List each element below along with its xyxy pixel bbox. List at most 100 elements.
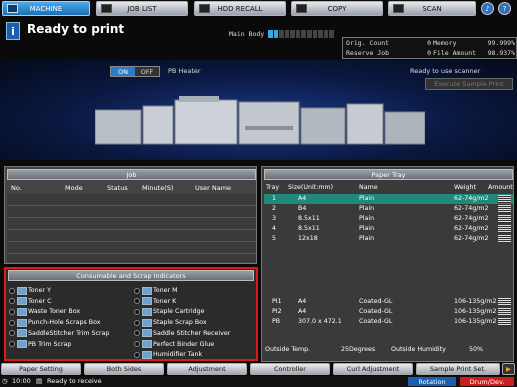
tray-row[interactable]: 1 A4 Plain 62-74g/m2 [264,194,513,204]
counts-panel: Orig. Count 0 Memory 99.999% Reserve Job… [342,37,517,59]
consumable-icon [142,340,152,348]
status-dot-icon [134,319,140,326]
consumable-item[interactable]: Saddle Stitcher Receiver [134,329,230,338]
paper-amount-icon [498,205,511,213]
consumable-item[interactable]: Perfect Binder Glue [134,340,214,349]
scanner-status: Ready to use scanner [410,67,481,75]
drum-dev-indicator: Drum/Dev. [460,377,514,386]
consumables-panel: Consumable and Scrap Indicators Toner Y T… [4,267,258,361]
gauge-segment [312,30,318,38]
both-sides-button[interactable]: Both Sides [84,363,164,375]
paper-setting-button[interactable]: Paper Setting [1,363,81,375]
info-icon: i [6,22,20,40]
toggle-off[interactable]: OFF [135,67,159,76]
tray-row[interactable]: 5 12x18 Plain 62-74g/m2 [264,234,513,244]
tray-cell-size: 307.0 x 472.1 [298,318,342,325]
tray-cell-name: Plain [359,215,375,222]
outside-humidity-value: 50% [469,346,483,353]
status-dot-icon [134,330,140,337]
status-dot-icon [9,330,15,337]
consumable-icon [142,318,152,327]
counts-row-1: Orig. Count 0 Memory 99.999% [343,39,517,49]
tray-cell-tray: 4 [272,225,277,232]
gauge-segment [323,30,329,38]
tab-machine[interactable]: MACHINE [2,1,90,16]
outside-humidity-label: Outside Humidity [391,346,446,353]
status-time: 10:00 [12,377,31,385]
gauge-segment [307,30,312,38]
consumable-item[interactable]: Punch-Hole Scraps Box [9,318,101,327]
tray-cell-size: A4 [298,298,307,305]
status-dot-icon [134,341,140,347]
top-tab-bar: MACHINE JOB LIST HDD RECALL COPY SCAN ♪ … [0,0,517,18]
consumable-item[interactable]: Toner C [9,297,51,306]
consumable-item[interactable]: Toner K [134,297,176,306]
tray-col-amount: Amount [488,184,513,191]
tray-cell-weight: 106-135g/m2 [454,308,497,315]
consumable-item[interactable]: Humidifier Tank [134,350,202,359]
job-table-body[interactable] [7,194,256,262]
consumable-label: Toner Y [28,287,51,294]
status-bar: ◷ 10:00 ▤ Ready to receive Rotation Drum… [0,376,517,387]
controller-button[interactable]: Controller [250,363,330,375]
next-arrow-icon[interactable]: ▶ [502,363,515,375]
tray-row[interactable]: 4 8.5x11 Plain 62-74g/m2 [264,224,513,234]
consumable-item[interactable]: Toner M [134,286,178,295]
gauge-segment [268,30,273,38]
consumable-icon [17,318,27,327]
consumable-item[interactable]: Waste Toner Box [9,307,80,316]
tray-cell-weight: 62-74g/m2 [454,235,489,242]
orig-count-label: Orig. Count [346,39,390,47]
tray-cell-name: Plain [359,195,375,202]
consumable-label: Toner M [153,287,178,294]
tab-job-list-label: JOB LIST [127,4,157,13]
main-body-gauge [268,30,334,38]
adjustment-button[interactable]: Adjustment [167,363,247,375]
tab-copy[interactable]: COPY [291,1,383,16]
paper-amount-icon [498,308,511,316]
consumable-item[interactable]: PB Trim Scrap [9,340,71,349]
help-icon[interactable]: ? [498,2,511,15]
status-dot-icon [134,308,140,315]
sample-print-set-button[interactable]: Sample Print Set. [416,363,500,375]
toggle-on[interactable]: ON [111,67,135,76]
consumable-label: Punch-Hole Scraps Box [28,319,101,327]
tab-scan[interactable]: SCAN [388,1,476,16]
consumable-item[interactable]: Toner Y [9,286,51,295]
tray-row[interactable]: 2 B4 Plain 62-74g/m2 [264,204,513,214]
status-dot-icon [134,287,140,294]
paper-amount-icon [498,318,511,326]
curl-adjustment-button[interactable]: Curl Adjustment [333,363,413,375]
tray-row[interactable]: PB 307.0 x 472.1 Coated-GL 106-135g/m2 [264,317,513,327]
rotation-indicator: Rotation [408,377,456,386]
tray-row[interactable]: PI2 A4 Coated-GL 106-135g/m2 [264,307,513,317]
tab-hdd-recall[interactable]: HDD RECALL [194,1,286,16]
speaker-icon[interactable]: ♪ [481,2,494,15]
tab-machine-label: MACHINE [29,4,63,13]
job-panel-title: Job [7,169,256,180]
consumable-item[interactable]: SaddleStitcher Trim Scrap [9,329,109,338]
tray-row[interactable]: PI1 A4 Coated-GL 106-135g/m2 [264,297,513,307]
scan-icon [393,4,404,13]
status-dot-icon [9,319,15,326]
gauge-segment [318,30,323,38]
consumable-label: SaddleStitcher Trim Scrap [28,329,110,337]
tray-cell-weight: 62-74g/m2 [454,225,489,232]
reserve-job-label: Reserve Job [346,49,390,57]
pb-heater-toggle[interactable]: ON OFF [110,66,160,77]
tray-col-size: Size(Unit:mm) [288,184,334,191]
execute-sample-print-button[interactable]: Execute Sample Print [425,78,513,90]
pb-heater-label: PB Heater [168,67,201,75]
paper-amount-icon [498,215,511,223]
consumable-item[interactable]: Staple Cartridge [134,307,204,316]
hdd-icon [199,4,210,13]
tray-row[interactable]: 3 8.5x11 Plain 62-74g/m2 [264,214,513,224]
status-dot-icon [9,308,15,315]
consumable-item[interactable]: Staple Scrap Box [134,318,207,327]
tray-cell-size: 12x18 [298,235,318,242]
job-list-icon [101,4,112,13]
tray-cell-weight: 62-74g/m2 [454,195,489,202]
consumable-icon [142,350,152,359]
tray-cell-tray: 3 [272,215,277,222]
tab-job-list[interactable]: JOB LIST [96,1,188,16]
